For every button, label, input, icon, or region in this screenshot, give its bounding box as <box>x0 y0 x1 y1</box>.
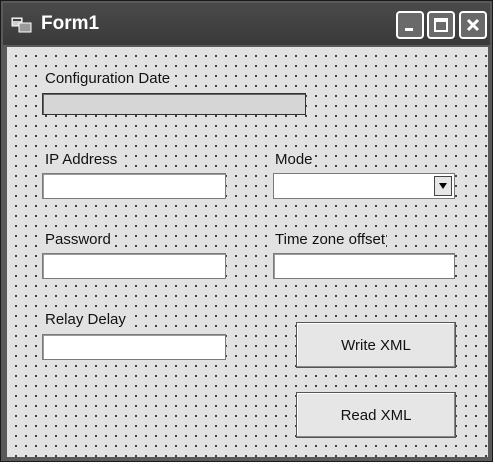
maximize-button[interactable] <box>427 11 455 39</box>
mode-label: Mode <box>274 151 314 168</box>
minimize-button[interactable] <box>396 11 424 39</box>
relay-delay-label: Relay Delay <box>44 311 127 328</box>
time-zone-offset-label: Time zone offset <box>274 231 387 248</box>
form-client-area: Configuration Date IP Address Mode Passw… <box>7 47 488 457</box>
form-icon <box>11 17 32 33</box>
write-xml-button[interactable]: Write XML <box>296 322 456 368</box>
ip-address-field[interactable] <box>42 173 226 199</box>
close-icon <box>466 18 480 32</box>
mode-dropdown[interactable] <box>273 173 455 199</box>
password-label: Password <box>44 231 112 248</box>
configuration-date-field[interactable] <box>42 93 306 115</box>
password-field[interactable] <box>42 253 226 279</box>
chevron-down-icon <box>439 183 447 189</box>
maximize-icon <box>434 18 448 32</box>
relay-delay-field[interactable] <box>42 334 226 360</box>
time-zone-offset-field[interactable] <box>273 253 455 279</box>
dropdown-arrow-button[interactable] <box>434 176 452 196</box>
title-bar[interactable]: Form1 <box>3 3 490 45</box>
ip-address-label: IP Address <box>44 151 119 168</box>
configuration-date-label: Configuration Date <box>44 70 172 87</box>
read-xml-button[interactable]: Read XML <box>296 392 456 438</box>
minimize-icon <box>405 28 413 31</box>
form1-window: Form1 Configuration Date IP Address Mode… <box>0 0 493 462</box>
close-button[interactable] <box>459 11 487 39</box>
window-title: Form1 <box>41 13 100 34</box>
